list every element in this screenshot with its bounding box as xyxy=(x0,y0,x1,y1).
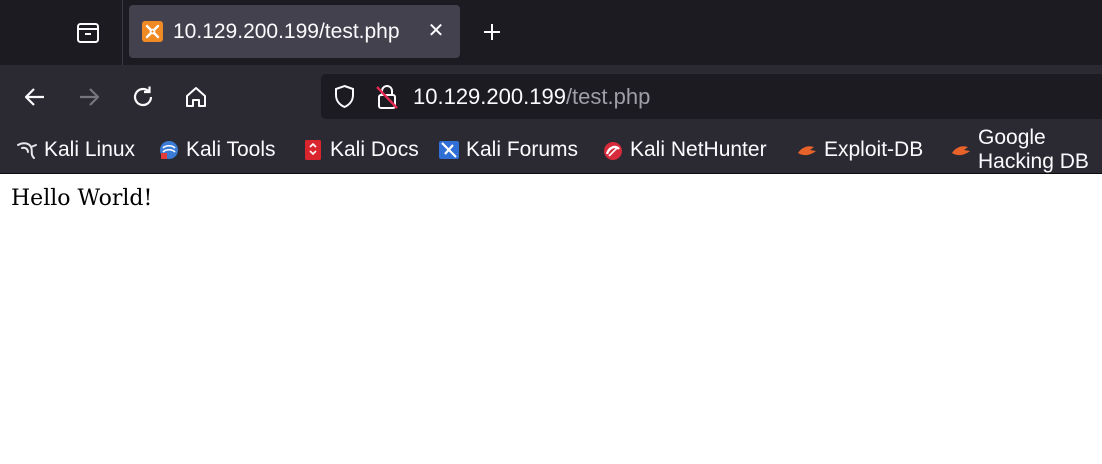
kali-nethunter-icon xyxy=(602,139,624,161)
bookmark-label: Kali Docs xyxy=(330,138,419,161)
insecure-lock-icon[interactable] xyxy=(375,84,399,110)
back-button[interactable] xyxy=(20,82,50,112)
bookmark-label: Kali Tools xyxy=(186,138,276,161)
tab-bar: 10.129.200.199/test.php ✕ xyxy=(0,0,1102,65)
tab-title: 10.129.200.199/test.php xyxy=(173,20,400,43)
exploit-db-icon xyxy=(796,139,818,161)
bookmark-kali-forums[interactable]: Kali Forums xyxy=(438,135,578,165)
page-text: Hello World! xyxy=(11,186,153,211)
bookmark-kali-linux[interactable]: Kali Linux xyxy=(16,135,135,165)
home-icon xyxy=(186,87,206,107)
kali-docs-icon xyxy=(302,139,324,161)
tab-overview-icon xyxy=(77,23,99,43)
exploit-db-icon xyxy=(950,139,972,161)
bookmark-label: Google Hacking DB xyxy=(978,126,1089,173)
kali-dragon-icon xyxy=(16,139,38,161)
bookmarks-toolbar: Kali Linux Kali Tools Kali Docs Kali For… xyxy=(0,126,1102,174)
reload-icon xyxy=(133,86,153,107)
new-tab-button[interactable] xyxy=(478,18,506,46)
kali-tools-icon xyxy=(158,139,180,161)
close-icon[interactable]: ✕ xyxy=(425,20,447,42)
bookmark-kali-nethunter[interactable]: Kali NetHunter xyxy=(602,135,767,165)
tab-active[interactable]: 10.129.200.199/test.php ✕ xyxy=(129,5,460,58)
bookmark-exploit-db[interactable]: Exploit-DB xyxy=(796,135,923,165)
bookmark-label: Kali NetHunter xyxy=(630,138,767,161)
page-content: Hello World! xyxy=(0,174,1102,464)
bookmark-label: Exploit-DB xyxy=(824,138,924,161)
kali-forums-icon xyxy=(438,139,460,161)
shield-icon[interactable] xyxy=(332,84,357,109)
home-button[interactable] xyxy=(181,82,211,112)
tab-divider xyxy=(122,0,123,65)
arrow-right-icon xyxy=(80,88,100,106)
navigation-toolbar: 10.129.200.199/test.php xyxy=(0,65,1102,127)
bookmark-label: Kali Linux xyxy=(44,138,136,161)
bookmark-kali-docs[interactable]: Kali Docs xyxy=(302,135,419,165)
bookmark-kali-tools[interactable]: Kali Tools xyxy=(158,135,276,165)
url-host: 10.129.200.199 xyxy=(413,84,566,109)
address-bar[interactable]: 10.129.200.199/test.php xyxy=(321,74,1102,119)
bookmark-label: Kali Forums xyxy=(466,138,579,161)
url-path: /test.php xyxy=(565,84,651,109)
xampp-icon xyxy=(142,21,163,42)
arrow-left-icon xyxy=(24,88,44,106)
forward-button[interactable] xyxy=(74,82,104,112)
plus-icon xyxy=(484,24,500,40)
url-text[interactable]: 10.129.200.199/test.php xyxy=(413,84,650,110)
bookmark-google-hacking-db[interactable]: Google Hacking DB xyxy=(950,126,1102,173)
reload-button[interactable] xyxy=(128,82,158,112)
tab-list-button[interactable] xyxy=(74,19,102,47)
